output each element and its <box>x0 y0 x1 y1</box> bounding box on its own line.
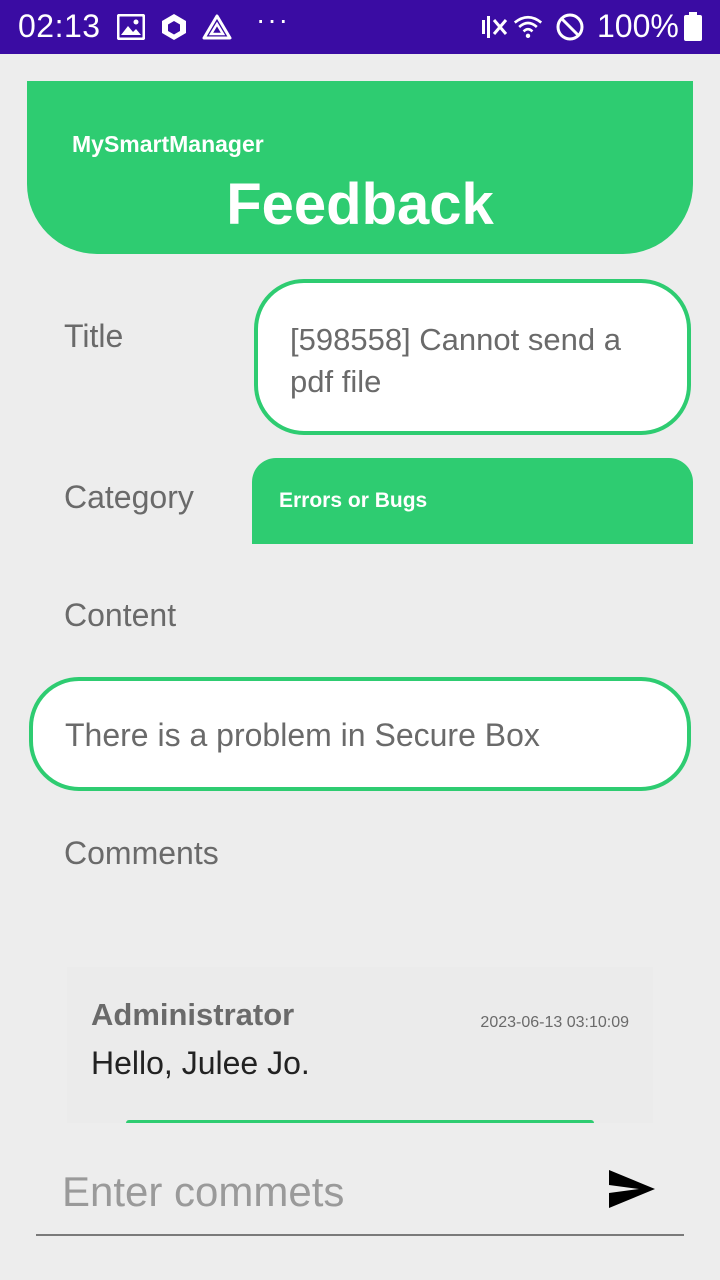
header-banner: MySmartManager Feedback <box>27 81 693 254</box>
content-field[interactable]: There is a problem in Secure Box <box>29 677 691 791</box>
comment-input-row <box>36 1150 684 1236</box>
title-label: Title <box>64 318 124 354</box>
more-notifications-icon: ··· <box>256 4 290 35</box>
battery-percent: 100% <box>597 8 679 44</box>
comment-input[interactable] <box>62 1162 582 1222</box>
app-name: MySmartManager <box>72 131 264 157</box>
drive-icon <box>202 12 232 42</box>
send-icon <box>609 1170 655 1208</box>
category-label: Category <box>64 479 194 515</box>
send-button[interactable] <box>604 1164 660 1214</box>
comment-divider <box>126 1120 594 1123</box>
content-label: Content <box>64 597 177 633</box>
cube-icon <box>159 12 189 42</box>
status-bar: 02:13 ··· 100% <box>0 0 720 54</box>
title-field[interactable]: [598558] Cannot send a pdf file <box>254 279 691 435</box>
comment-date: 2023-06-13 03:10:09 <box>480 1014 629 1031</box>
comments-label: Comments <box>64 835 219 871</box>
comment-author: Administrator <box>91 997 295 1032</box>
comment-text: Hello, Julee Jo. <box>91 1045 310 1081</box>
category-selector[interactable]: Errors or Bugs <box>252 458 693 544</box>
status-time: 02:13 <box>18 8 101 44</box>
battery-icon <box>682 12 704 42</box>
image-icon <box>116 12 146 42</box>
mute-icon <box>478 12 508 42</box>
page-title: Feedback <box>226 172 494 237</box>
comment-card: Administrator 2023-06-13 03:10:09 Hello,… <box>67 967 653 1123</box>
dnd-icon <box>555 12 585 42</box>
wifi-icon <box>513 12 543 42</box>
